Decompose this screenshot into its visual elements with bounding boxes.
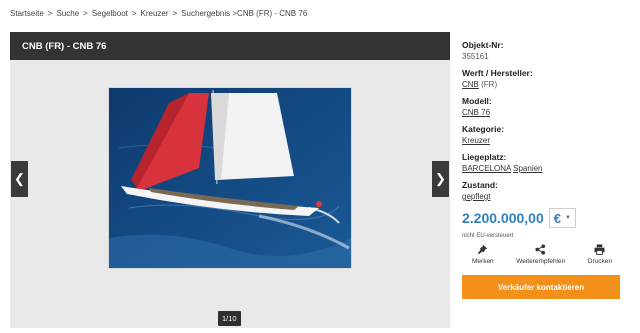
boat-photo[interactable] <box>109 88 351 268</box>
kategorie-link[interactable]: Kreuzer <box>462 136 490 145</box>
weiterempfehlen-button[interactable]: Weiterempfehlen <box>516 244 565 265</box>
drucken-label: Drucken <box>587 258 612 265</box>
kategorie-label: Kategorie: <box>462 124 505 134</box>
objekt-nr-label: Objekt-Nr: <box>462 40 504 50</box>
liegeplatz-city-link[interactable]: BARCELONA <box>462 164 511 173</box>
liegeplatz-label: Liegeplatz: <box>462 152 507 162</box>
liegeplatz-value: BARCELONA Spanien <box>462 163 632 174</box>
breadcrumb-separator: > <box>47 9 53 18</box>
liegeplatz-country-link[interactable]: Spanien <box>513 164 542 173</box>
share-icon <box>535 244 546 255</box>
modell-value: CNB 76 <box>462 107 632 118</box>
breadcrumb-suchergebnis[interactable]: Suchergebnis >CNB (FR) - CNB 76 <box>181 9 307 18</box>
field-kategorie: Kategorie: Kreuzer <box>462 124 632 146</box>
objekt-nr-value: 355161 <box>462 52 489 61</box>
listing-details: Objekt-Nr: 355161 Werft / Hersteller: CN… <box>462 40 632 239</box>
modell-link[interactable]: CNB 76 <box>462 108 490 117</box>
currency-value: € <box>553 210 561 226</box>
field-objekt-nr: Objekt-Nr: 355161 <box>462 40 632 62</box>
werft-value: CNB (FR) <box>462 79 632 90</box>
merken-label: Merken <box>472 258 494 265</box>
breadcrumb-startseite[interactable]: Startseite <box>10 9 44 18</box>
drucken-button[interactable]: Drucken <box>588 244 612 265</box>
field-werft: Werft / Hersteller: CNB (FR) <box>462 68 632 90</box>
gallery-next-button[interactable]: ❯ <box>432 161 449 197</box>
pin-icon <box>478 244 488 255</box>
zustand-value: gepflegt <box>462 191 632 202</box>
price-amount: 2.200.000,00 <box>462 210 544 226</box>
breadcrumb-separator: > <box>83 9 88 18</box>
breadcrumb-kreuzer[interactable]: Kreuzer <box>141 9 169 18</box>
chevron-down-icon: ▼ <box>564 215 571 221</box>
listing-title: CNB (FR) - CNB 76 <box>10 32 450 60</box>
breadcrumb-suche[interactable]: Suche <box>56 9 79 18</box>
gallery-prev-button[interactable]: ❮ <box>11 161 28 197</box>
werft-country: (FR) <box>478 80 498 89</box>
currency-select[interactable]: € ▼ <box>548 208 576 228</box>
breadcrumb-segelboot[interactable]: Segelboot <box>92 9 128 18</box>
merken-button[interactable]: Merken <box>472 244 494 265</box>
action-bar: Merken Weiterempfehlen Drucken <box>462 244 622 265</box>
werft-label: Werft / Hersteller: <box>462 68 533 78</box>
weiterempfehlen-label: Weiterempfehlen <box>516 258 566 265</box>
chevron-left-icon: ❮ <box>14 171 25 186</box>
field-modell: Modell: CNB 76 <box>462 96 632 118</box>
printer-icon <box>594 244 605 255</box>
field-zustand: Zustand: gepflegt <box>462 180 632 202</box>
kategorie-value: Kreuzer <box>462 135 632 146</box>
field-liegeplatz: Liegeplatz: BARCELONA Spanien <box>462 152 632 174</box>
price-row: 2.200.000,00 € ▼ <box>462 208 632 228</box>
breadcrumb-separator: > <box>172 9 178 18</box>
werft-link[interactable]: CNB <box>462 80 479 89</box>
breadcrumb-separator: > <box>131 9 137 18</box>
chevron-right-icon: ❯ <box>435 171 446 186</box>
image-gallery: ❮ ❯ 1/10 <box>10 60 450 328</box>
breadcrumb: Startseite > Suche > Segelboot > Kreuzer > Suche… <box>10 9 307 18</box>
modell-label: Modell: <box>462 96 492 106</box>
zustand-label: Zustand: <box>462 180 498 190</box>
image-counter: 1/10 <box>218 311 241 326</box>
sailboat-image <box>109 88 351 268</box>
zustand-link[interactable]: gepflegt <box>462 192 490 201</box>
contact-seller-button[interactable]: Verkäufer kontaktieren <box>462 275 620 299</box>
vat-note: nicht EU-versteuert <box>462 233 514 239</box>
